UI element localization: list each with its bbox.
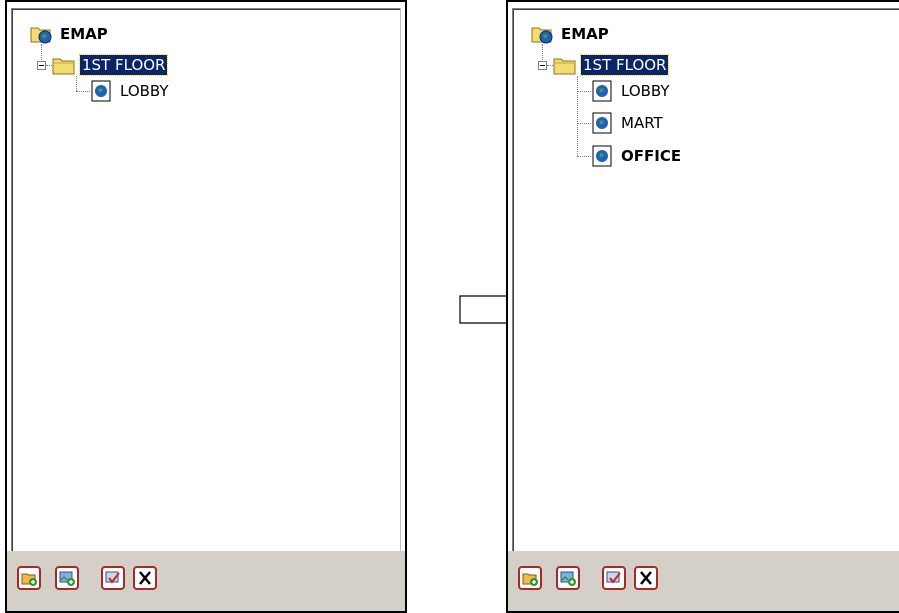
tree-toolbar: [7, 551, 405, 611]
add-map-icon: [556, 566, 580, 590]
collapse-toggle[interactable]: [37, 61, 46, 70]
tree-root[interactable]: EMAP: [30, 23, 110, 45]
floor-label: 1ST FLOOR: [78, 54, 169, 76]
root-label: EMAP: [561, 25, 609, 43]
folder-icon: [553, 54, 577, 76]
edit-map-button[interactable]: [101, 566, 125, 590]
map-label: OFFICE: [621, 147, 682, 165]
tree-floor-node[interactable]: 1ST FLOOR: [52, 54, 169, 76]
edit-map-button[interactable]: [602, 566, 626, 590]
delete-icon: [133, 566, 157, 590]
floor-label: 1ST FLOOR: [579, 54, 670, 76]
delete-icon: [634, 566, 658, 590]
add-map-button[interactable]: [55, 566, 79, 590]
tree-map-node[interactable]: LOBBY: [90, 80, 171, 102]
tree-map-node[interactable]: OFFICE: [591, 145, 683, 167]
map-globe-icon: [591, 145, 615, 167]
edit-map-icon: [602, 566, 626, 590]
add-map-icon: [55, 566, 79, 590]
map-label: MART: [621, 114, 663, 132]
root-label: EMAP: [60, 25, 108, 43]
add-map-button[interactable]: [556, 566, 580, 590]
tree-root[interactable]: EMAP: [531, 23, 611, 45]
folder-globe-icon: [531, 23, 555, 45]
add-folder-icon: [518, 566, 542, 590]
map-tree[interactable]: EMAP 1ST FLOOR LOBBY: [11, 8, 401, 553]
map-label: LOBBY: [621, 82, 670, 100]
tree-floor-node[interactable]: 1ST FLOOR: [553, 54, 670, 76]
collapse-toggle[interactable]: [538, 61, 547, 70]
tree-map-node[interactable]: MART: [591, 112, 665, 134]
folder-globe-icon: [30, 23, 54, 45]
edit-map-icon: [101, 566, 125, 590]
map-globe-icon: [90, 80, 114, 102]
delete-button[interactable]: [133, 566, 157, 590]
tree-toolbar: [508, 551, 899, 611]
map-tree[interactable]: EMAP 1ST FLOOR LOBBY MART OFFICE: [512, 8, 899, 553]
add-folder-icon: [17, 566, 41, 590]
tree-map-node[interactable]: LOBBY: [591, 80, 672, 102]
emap-panel-after: EMAP 1ST FLOOR LOBBY MART OFFICE: [506, 0, 899, 613]
delete-button[interactable]: [634, 566, 658, 590]
add-folder-button[interactable]: [17, 566, 41, 590]
emap-panel-before: EMAP 1ST FLOOR LOBBY: [5, 0, 407, 613]
map-label: LOBBY: [120, 82, 169, 100]
folder-icon: [52, 54, 76, 76]
add-folder-button[interactable]: [518, 566, 542, 590]
map-globe-icon: [591, 80, 615, 102]
map-globe-icon: [591, 112, 615, 134]
